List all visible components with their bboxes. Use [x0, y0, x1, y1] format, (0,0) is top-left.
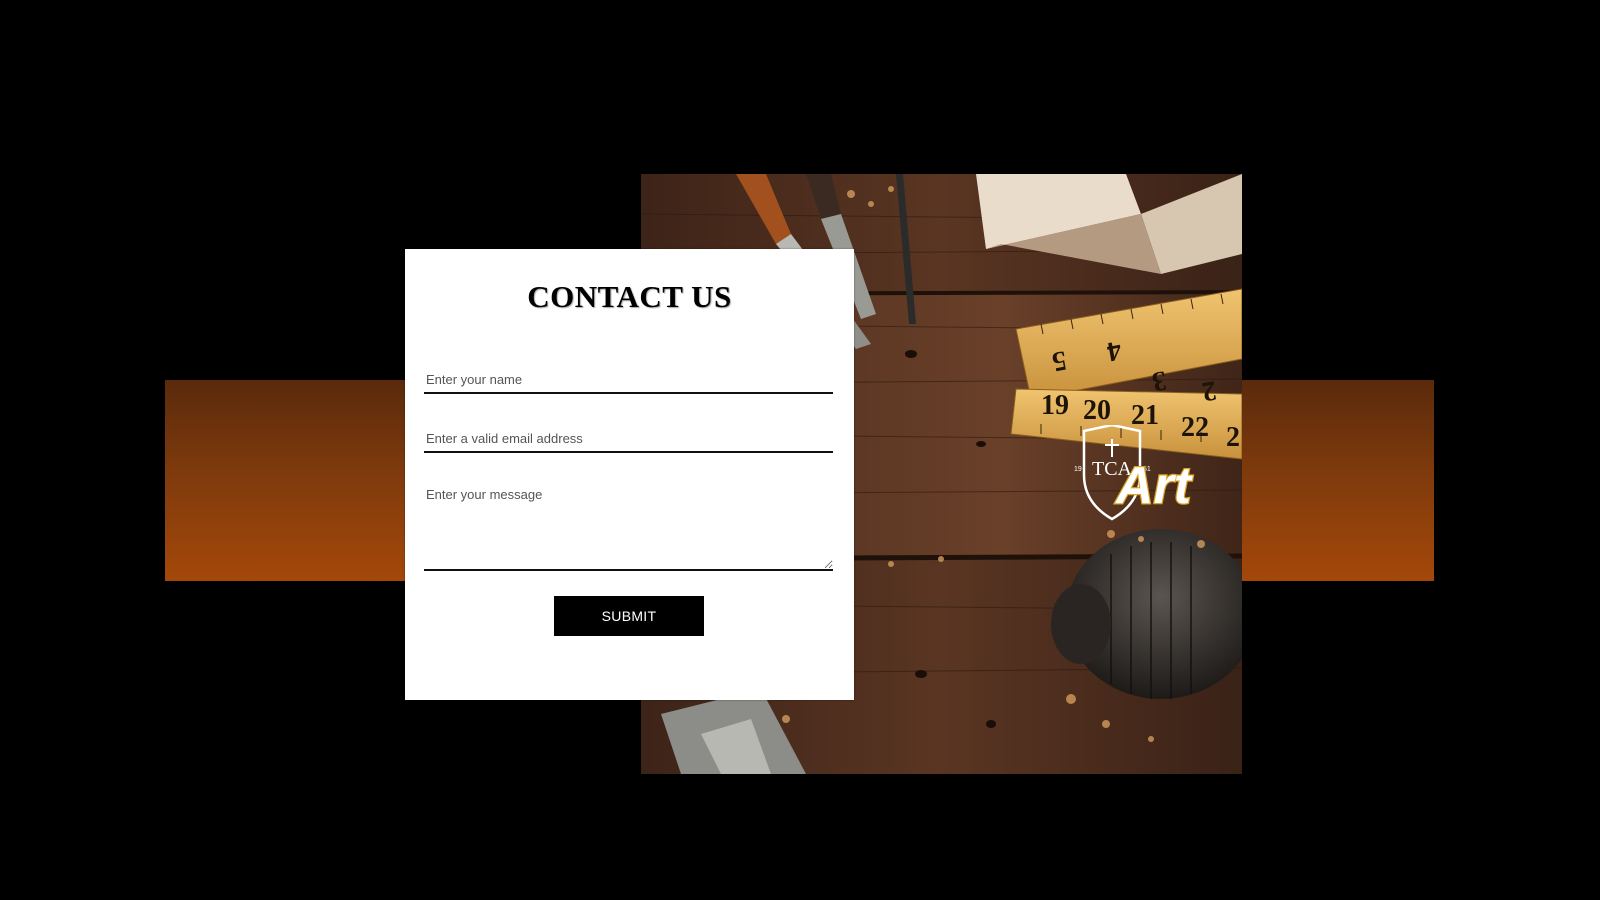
ruler-number: 19: [1041, 390, 1069, 421]
ruler-number: 20: [1083, 395, 1111, 426]
message-textarea[interactable]: [424, 481, 833, 571]
name-input[interactable]: [424, 366, 833, 394]
logo-wordmark: Art: [1114, 457, 1194, 515]
logo-year-left: 19: [1074, 466, 1082, 473]
tca-art-logo: TCA 19 51 Art: [1072, 423, 1212, 525]
contact-form: CONTACT US SUBMIT: [405, 249, 854, 700]
page: 5 4 3 2 19 20 21 22 2 TCA 19 51 Art CONT…: [0, 0, 1600, 900]
ruler-number: 2: [1226, 422, 1240, 453]
email-input[interactable]: [424, 425, 833, 453]
form-title: CONTACT US: [527, 279, 732, 314]
submit-button[interactable]: SUBMIT: [554, 596, 704, 636]
